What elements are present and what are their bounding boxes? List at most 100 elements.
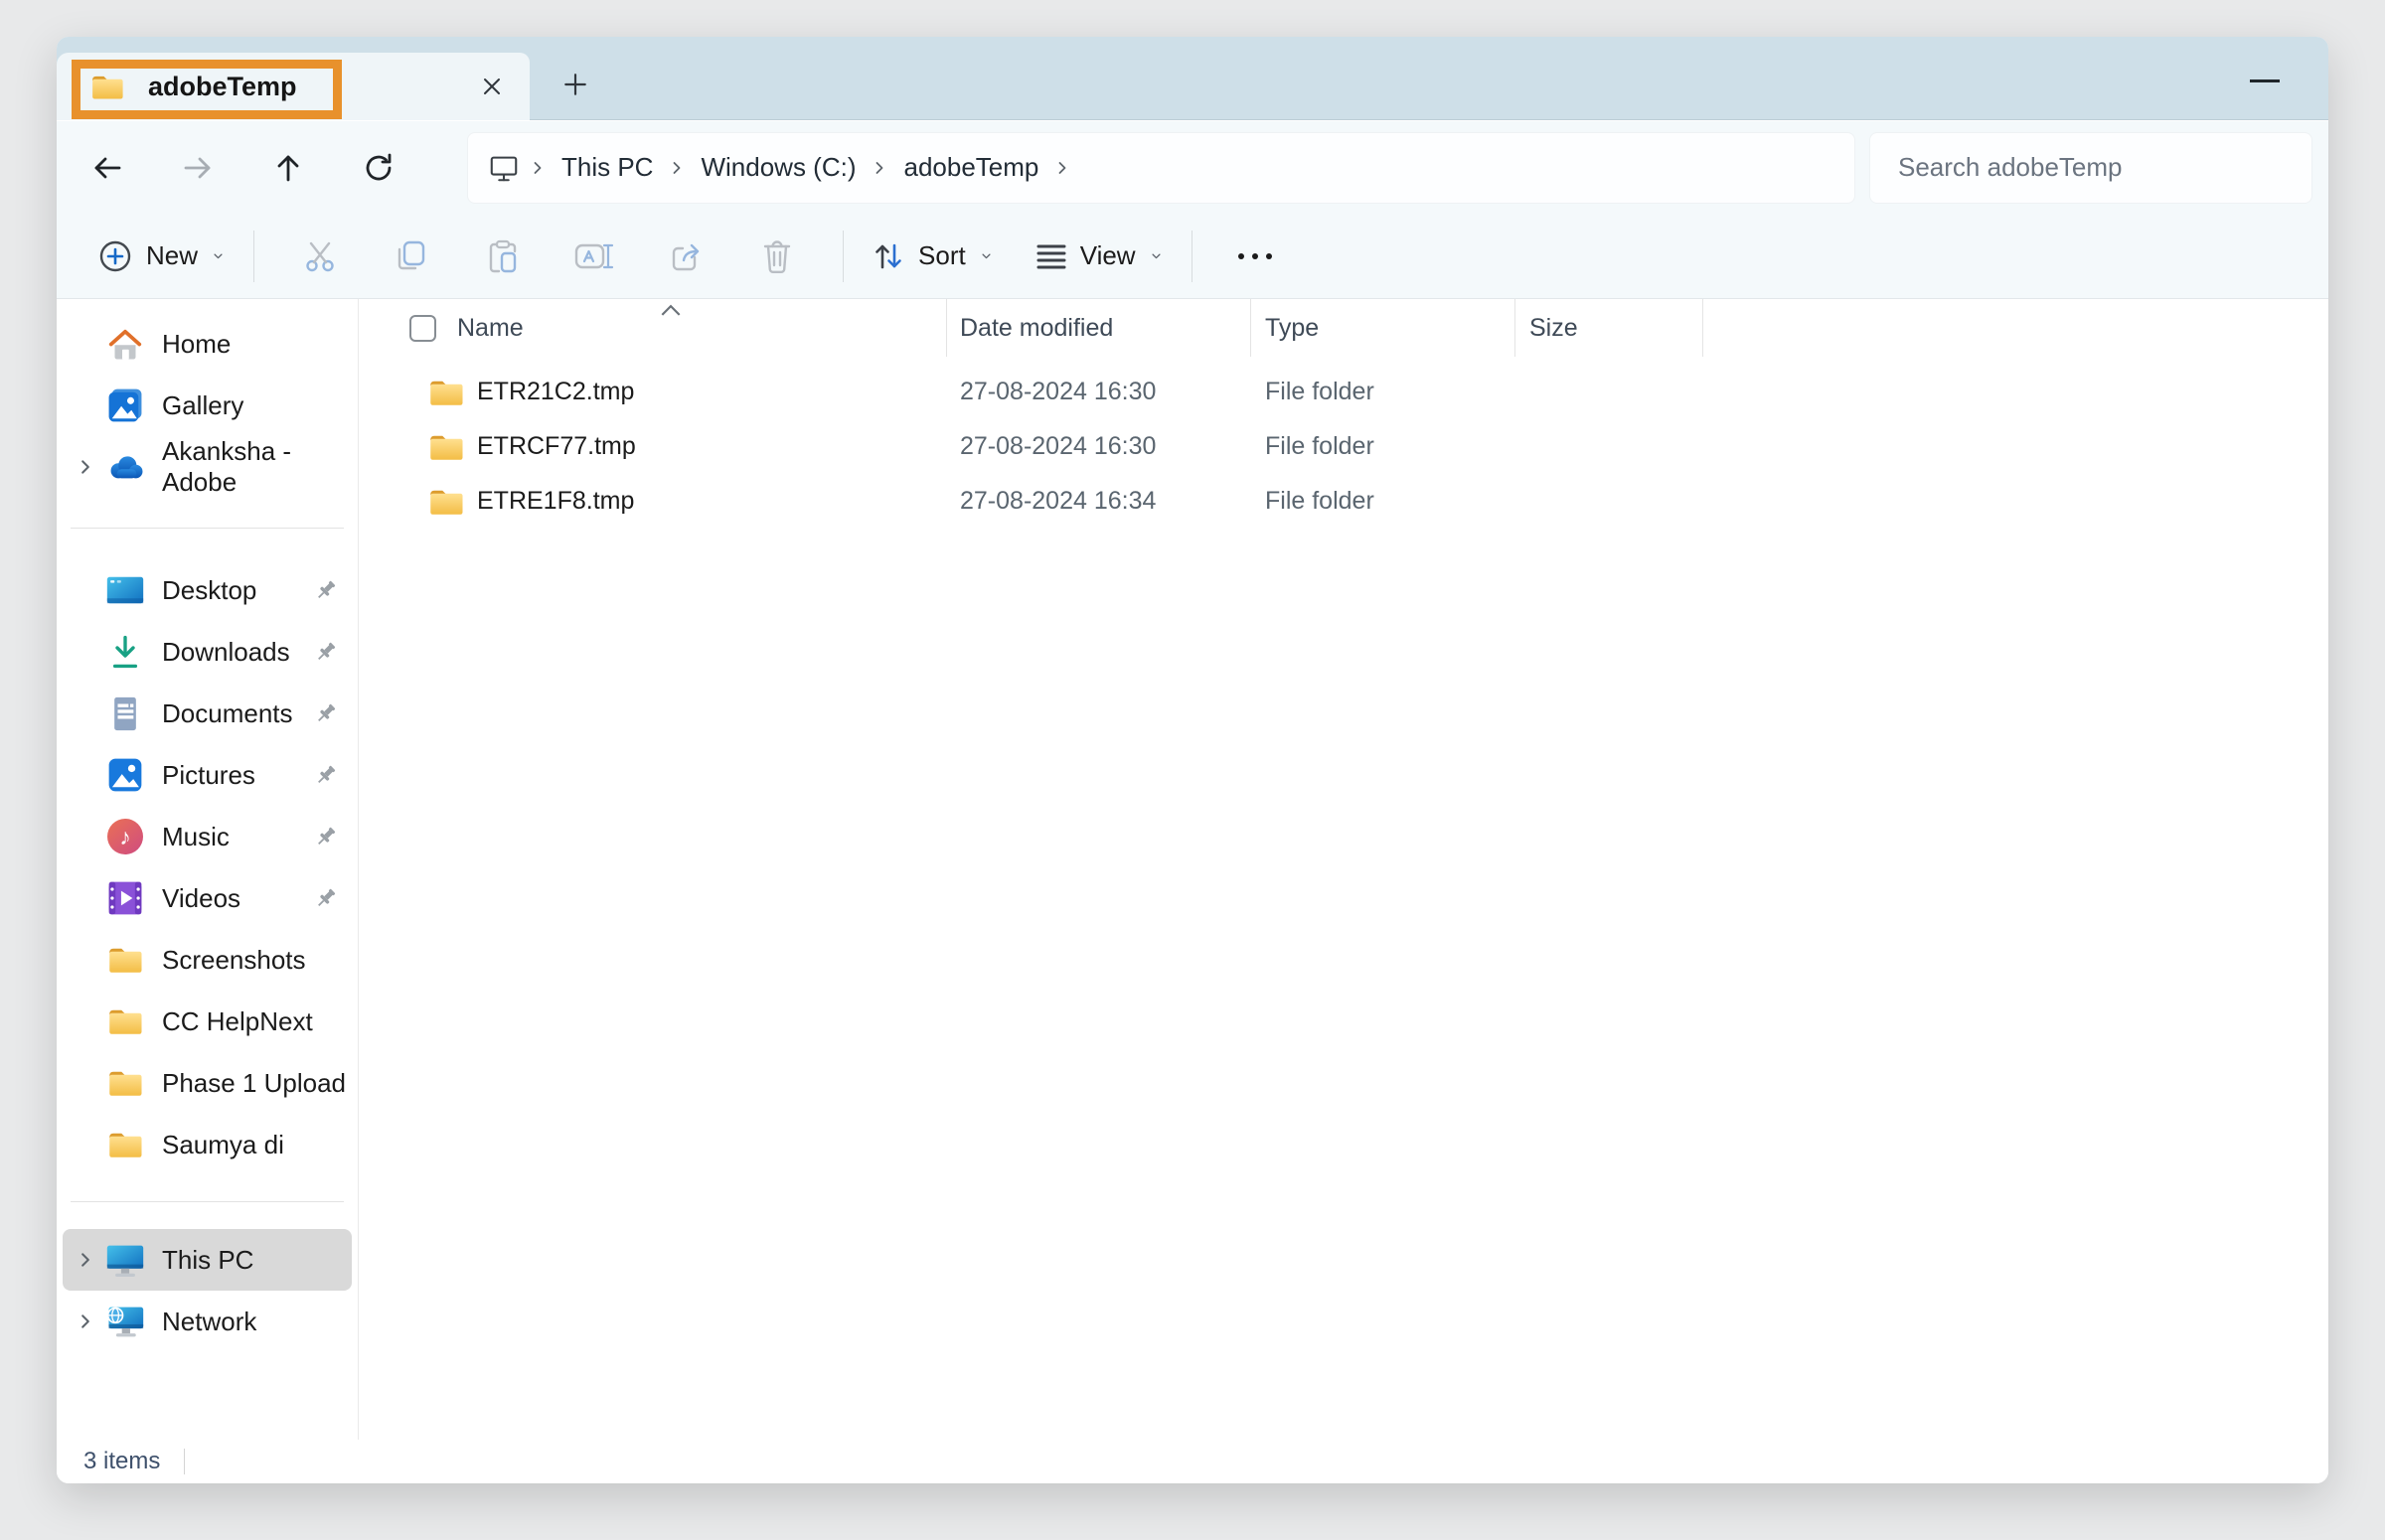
refresh-button[interactable] — [351, 140, 406, 196]
file-type: File folder — [1251, 432, 1515, 461]
forward-button[interactable] — [170, 140, 226, 196]
select-all-checkbox[interactable] — [409, 315, 436, 342]
sidebar-item-label: Documents — [162, 698, 293, 729]
sidebar-item-phase-1-upload[interactable]: Phase 1 Upload — [63, 1052, 352, 1114]
sidebar-item-cc-helpnext[interactable]: CC HelpNext — [63, 991, 352, 1052]
more-options-button[interactable] — [1238, 253, 1272, 259]
search-input[interactable] — [1898, 152, 2284, 183]
pin-icon — [314, 825, 338, 848]
navigation-pane: Home Gallery Akanksha - Adobe Desktop Do… — [57, 299, 359, 1440]
back-button[interactable] — [80, 140, 135, 196]
copy-button[interactable] — [384, 229, 439, 284]
delete-button[interactable] — [749, 229, 805, 284]
share-button[interactable] — [658, 229, 714, 284]
view-icon — [1035, 240, 1067, 272]
minimize-button[interactable] — [2235, 63, 2295, 98]
folder-icon — [107, 1130, 143, 1159]
sidebar-item-label: Network — [162, 1307, 256, 1337]
sidebar-item-music[interactable]: ♪ Music — [63, 806, 352, 867]
pin-icon — [314, 640, 338, 664]
column-label: Name — [457, 314, 524, 343]
folder-icon — [428, 432, 464, 462]
minimize-icon — [2250, 79, 2280, 82]
home-icon — [107, 327, 143, 362]
new-plus-circle-icon — [97, 238, 133, 274]
arrow-left-icon — [90, 151, 124, 185]
sidebar-item-saumya-di[interactable]: Saumya di — [63, 1114, 352, 1175]
sidebar-item-videos[interactable]: Videos — [63, 867, 352, 929]
command-toolbar: New Sort View — [57, 214, 2328, 299]
folder-icon — [107, 945, 143, 975]
expand-chevron-icon[interactable] — [77, 1312, 94, 1330]
file-type: File folder — [1251, 378, 1515, 406]
column-header-type[interactable]: Type — [1251, 299, 1515, 357]
sidebar-item-label: Pictures — [162, 760, 255, 791]
sidebar-item-label: Gallery — [162, 390, 243, 421]
sidebar-item-screenshots[interactable]: Screenshots — [63, 929, 352, 991]
network-icon — [106, 1305, 144, 1339]
sidebar-item-label: Home — [162, 329, 231, 360]
file-date-modified: 27-08-2024 16:30 — [947, 378, 1251, 406]
file-explorer-window: adobeTemp This PC Windows (C — [57, 37, 2328, 1483]
sort-ascending-indicator — [660, 295, 682, 324]
folder-icon — [107, 1006, 143, 1036]
music-icon: ♪ — [107, 819, 143, 854]
breadcrumb-chevron-icon — [872, 160, 887, 176]
breadcrumb-windows-c[interactable]: Windows (C:) — [695, 152, 862, 183]
sidebar-item-onedrive[interactable]: Akanksha - Adobe — [63, 436, 352, 498]
column-header-name[interactable]: Name — [359, 299, 947, 357]
file-row-etr21c2[interactable]: ETR21C2.tmp 27-08-2024 16:30 File folder — [359, 365, 2328, 419]
close-icon — [480, 75, 504, 98]
file-rows: ETR21C2.tmp 27-08-2024 16:30 File folder… — [359, 365, 2328, 529]
sidebar-item-gallery[interactable]: Gallery — [63, 375, 352, 436]
expand-chevron-icon[interactable] — [77, 458, 94, 476]
plus-icon — [562, 72, 588, 97]
expand-chevron-icon[interactable] — [77, 1251, 94, 1269]
tab-close-button[interactable] — [472, 67, 512, 106]
downloads-icon — [109, 634, 141, 670]
view-button[interactable]: View — [1028, 227, 1172, 286]
rename-button[interactable] — [566, 229, 622, 284]
up-button[interactable] — [260, 140, 316, 196]
tab-adobetemp[interactable]: adobeTemp — [57, 53, 530, 120]
sidebar-item-label: This PC — [162, 1245, 253, 1276]
gallery-icon — [107, 387, 143, 423]
address-bar[interactable]: This PC Windows (C:) adobeTemp — [467, 132, 1855, 204]
cut-button[interactable] — [292, 229, 348, 284]
arrow-up-icon — [271, 151, 305, 185]
sidebar-item-downloads[interactable]: Downloads — [63, 621, 352, 683]
new-button[interactable]: New — [89, 227, 234, 286]
file-row-etre1f8[interactable]: ETRE1F8.tmp 27-08-2024 16:34 File folder — [359, 474, 2328, 529]
paste-icon — [485, 238, 521, 274]
pin-icon — [314, 763, 338, 787]
sidebar-item-pictures[interactable]: Pictures — [63, 744, 352, 806]
sort-icon — [872, 240, 905, 272]
sidebar-item-label: Saumya di — [162, 1130, 284, 1160]
column-header-size[interactable]: Size — [1515, 299, 1703, 357]
chevron-down-icon — [1149, 250, 1164, 261]
paste-button[interactable] — [475, 229, 531, 284]
breadcrumb-this-pc[interactable]: This PC — [556, 152, 659, 183]
file-row-etrcf77[interactable]: ETRCF77.tmp 27-08-2024 16:30 File folder — [359, 419, 2328, 474]
sidebar-item-documents[interactable]: Documents — [63, 683, 352, 744]
rename-icon — [573, 238, 615, 274]
column-header-date-modified[interactable]: Date modified — [947, 299, 1251, 357]
delete-icon — [761, 238, 793, 274]
sidebar-item-network[interactable]: Network — [63, 1291, 352, 1352]
sidebar-item-home[interactable]: Home — [63, 313, 352, 375]
toolbar-divider — [253, 231, 254, 282]
sort-button-label: Sort — [918, 240, 966, 271]
new-tab-button[interactable] — [550, 59, 601, 110]
documents-icon — [110, 695, 140, 732]
column-header-row: Name Date modified Type Size — [359, 299, 2328, 357]
sidebar-item-this-pc[interactable]: This PC — [63, 1229, 352, 1291]
tab-title: adobeTemp — [148, 72, 297, 102]
sort-button[interactable]: Sort — [864, 227, 1002, 286]
cut-icon — [302, 238, 338, 274]
search-box[interactable] — [1869, 132, 2312, 204]
sidebar-item-label: Music — [162, 822, 230, 852]
sidebar-item-label: CC HelpNext — [162, 1006, 313, 1037]
breadcrumb-adobetemp[interactable]: adobeTemp — [897, 152, 1044, 183]
sidebar-item-desktop[interactable]: Desktop — [63, 559, 352, 621]
sidebar-item-label: Desktop — [162, 575, 256, 606]
